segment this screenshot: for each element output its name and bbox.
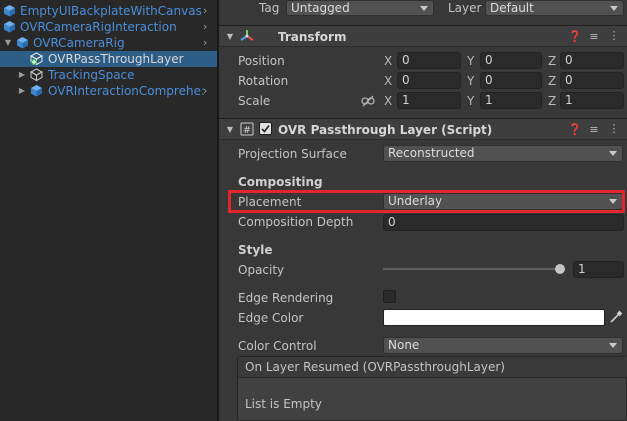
axis-z-label: Z [548,54,557,68]
hierarchy-item-trackingspace[interactable]: ▶ TrackingSpace [0,67,217,83]
help-icon[interactable]: ❓ [568,123,582,137]
rotation-label: Rotation [238,74,289,88]
svg-text:#: # [243,125,251,136]
prefab-cube-icon [4,5,15,17]
event-title: On Layer Resumed (OVRPassthroughLayer) [245,360,505,374]
on-layer-resumed-event: On Layer Resumed (OVRPassthroughLayer) L… [237,356,627,421]
color-control-dropdown[interactable]: None [383,337,623,354]
more-options-icon[interactable]: ⋮ [608,29,620,43]
opacity-field[interactable]: 1 [573,261,624,278]
edge-color-label: Edge Color [238,311,304,325]
hierarchy-item-label: OVRCameraRigInteraction [20,20,177,34]
hierarchy-item-label: EmptyUIBackplateWithCanvas [20,4,202,18]
component-enabled-checkbox[interactable] [259,122,272,135]
tag-dropdown[interactable]: Untagged [286,0,434,16]
expand-right-icon[interactable]: ▶ [17,86,27,96]
tag-label: Tag [259,1,280,15]
composition-depth-label: Composition Depth [238,215,354,229]
presets-sliders-icon[interactable]: ≡ [588,123,600,137]
list-empty-text: List is Empty [245,397,322,411]
prefab-cube-icon [31,85,42,97]
hierarchy-item-label: TrackingSpace [48,68,135,82]
axis-y-label: Y [467,94,475,108]
collapse-down-icon[interactable]: ▼ [225,123,235,137]
opacity-slider-handle[interactable] [555,264,565,274]
composition-depth-field[interactable]: 0 [383,214,624,231]
layer-value: Default [490,1,534,15]
expand-down-icon[interactable]: ▼ [3,38,13,48]
chevron-right-icon[interactable]: › [203,21,213,33]
layer-label: Layer [448,1,482,15]
hierarchy-item-emptyuibackplate[interactable]: EmptyUIBackplateWithCanvas › [0,3,217,19]
hierarchy-panel: EmptyUIBackplateWithCanvas › OVRCameraRi… [0,0,217,421]
axis-x-label: X [384,74,393,88]
projection-surface-dropdown[interactable]: Reconstructed [383,145,623,162]
gameobject-added-icon [30,52,43,65]
compositing-section-header: Compositing [238,175,323,189]
collapse-down-icon[interactable]: ▼ [225,30,235,44]
opacity-label: Opacity [238,263,285,277]
chevron-down-icon [420,6,428,11]
axis-z-label: Z [548,94,557,108]
chevron-down-icon [609,151,617,156]
passthrough-title: OVR Passthrough Layer (Script) [278,123,493,137]
more-options-icon[interactable]: ⋮ [608,122,620,136]
position-z-field[interactable]: 0 [560,52,624,69]
projection-surface-label: Projection Surface [238,147,347,161]
scale-x-field[interactable]: 1 [397,92,461,109]
position-label: Position [238,54,285,68]
scale-y-field[interactable]: 1 [480,92,542,109]
chevron-right-icon[interactable]: › [203,5,213,17]
hierarchy-item-ovrcamerariginteraction[interactable]: OVRCameraRigInteraction › [0,19,217,35]
hierarchy-item-ovrcamerarig[interactable]: ▼ OVRCameraRig › [0,35,217,51]
rotation-z-field[interactable]: 0 [560,72,624,89]
placement-highlight-box [228,190,625,213]
expand-right-icon[interactable]: ▶ [17,70,27,80]
axis-x-label: X [384,94,393,108]
edge-color-swatch[interactable] [383,309,605,326]
scale-label: Scale [238,94,271,108]
tag-value: Untagged [291,1,350,15]
opacity-slider-track[interactable] [383,268,565,270]
hierarchy-item-ovrpassthroughlayer[interactable]: OVRPassThroughLayer [0,51,217,67]
axis-x-label: X [384,54,393,68]
hierarchy-item-label: OVRInteractionComprehe: [48,84,205,98]
link-broken-icon[interactable] [361,95,375,107]
layer-dropdown[interactable]: Default [485,0,624,16]
axis-z-label: Z [548,74,557,88]
eyedropper-icon[interactable] [609,310,623,324]
transform-header[interactable]: ▼ Transform ❓ ≡ ⋮ [219,25,627,47]
style-section-header: Style [238,243,273,257]
chevron-right-icon[interactable]: › [203,37,213,49]
edge-rendering-checkbox[interactable] [383,290,396,303]
hierarchy-item-label: OVRPassThroughLayer [48,52,184,66]
script-file-icon: # [240,122,254,136]
prefab-cube-icon [17,37,28,49]
gameobject-cube-icon [30,68,43,81]
position-y-field[interactable]: 0 [480,52,542,69]
scale-z-field[interactable]: 1 [560,92,624,109]
event-list-header: On Layer Resumed (OVRPassthroughLayer) [238,357,627,378]
chevron-right-icon[interactable]: › [203,85,213,97]
checkmark-icon [261,125,270,133]
help-icon[interactable]: ❓ [568,30,582,44]
transform-title: Transform [278,30,347,44]
chevron-down-icon [609,343,617,348]
rotation-x-field[interactable]: 0 [397,72,461,89]
prefab-cube-icon [4,21,15,33]
rotation-y-field[interactable]: 0 [480,72,542,89]
chevron-down-icon [610,6,618,11]
position-x-field[interactable]: 0 [397,52,461,69]
hierarchy-item-ovrinteractioncomprehensive[interactable]: ▶ OVRInteractionComprehe: › [0,83,217,99]
axis-y-label: Y [467,54,475,68]
projection-surface-value: Reconstructed [388,146,475,160]
axis-y-label: Y [467,74,475,88]
presets-sliders-icon[interactable]: ≡ [588,30,600,44]
edge-rendering-label: Edge Rendering [238,291,334,305]
color-control-value: None [388,338,420,352]
passthrough-component-header[interactable]: ▼ # OVR Passthrough Layer (Script) ❓ ≡ ⋮ [219,118,627,140]
hierarchy-item-label: OVRCameraRig [33,36,125,50]
color-control-label: Color Control [238,339,317,353]
transform-axis-icon [240,30,254,41]
